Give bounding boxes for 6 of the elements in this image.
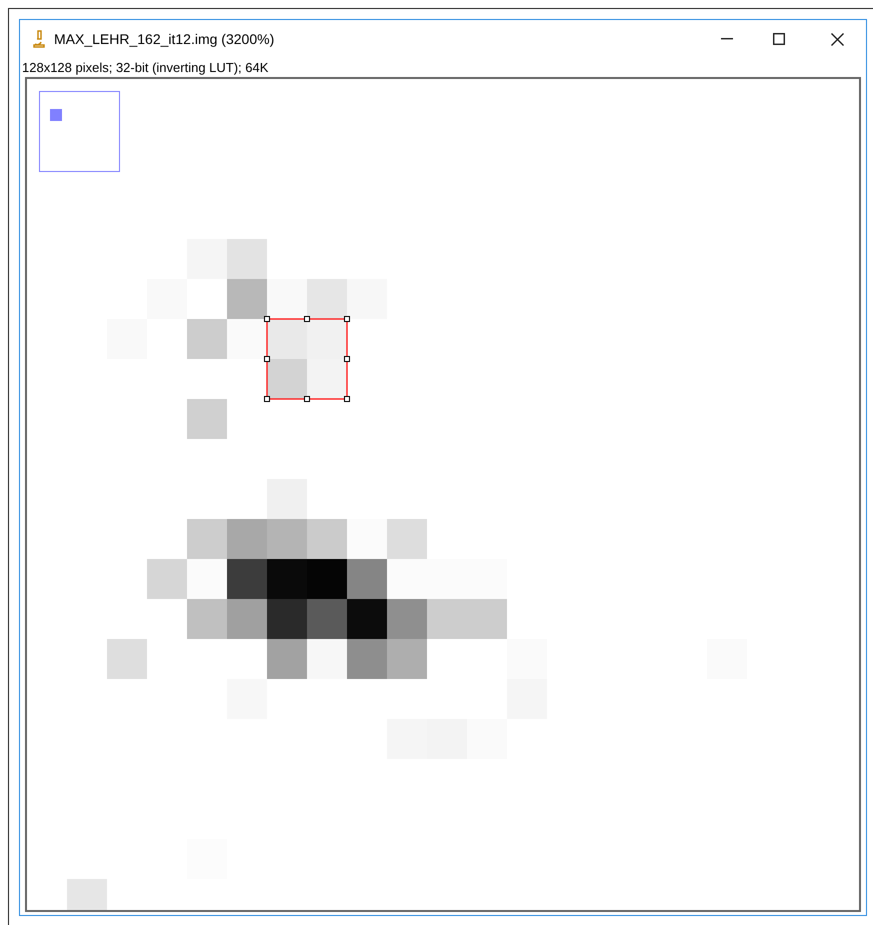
window-title: MAX_LEHR_162_it12.img (3200%) [54,30,274,49]
image-info: 128x128 pixels; 32-bit (inverting LUT); 64K [22,60,268,74]
minimize-icon [721,38,733,40]
close-icon [830,32,844,46]
view-marker [50,109,62,121]
maximize-icon [773,33,785,45]
